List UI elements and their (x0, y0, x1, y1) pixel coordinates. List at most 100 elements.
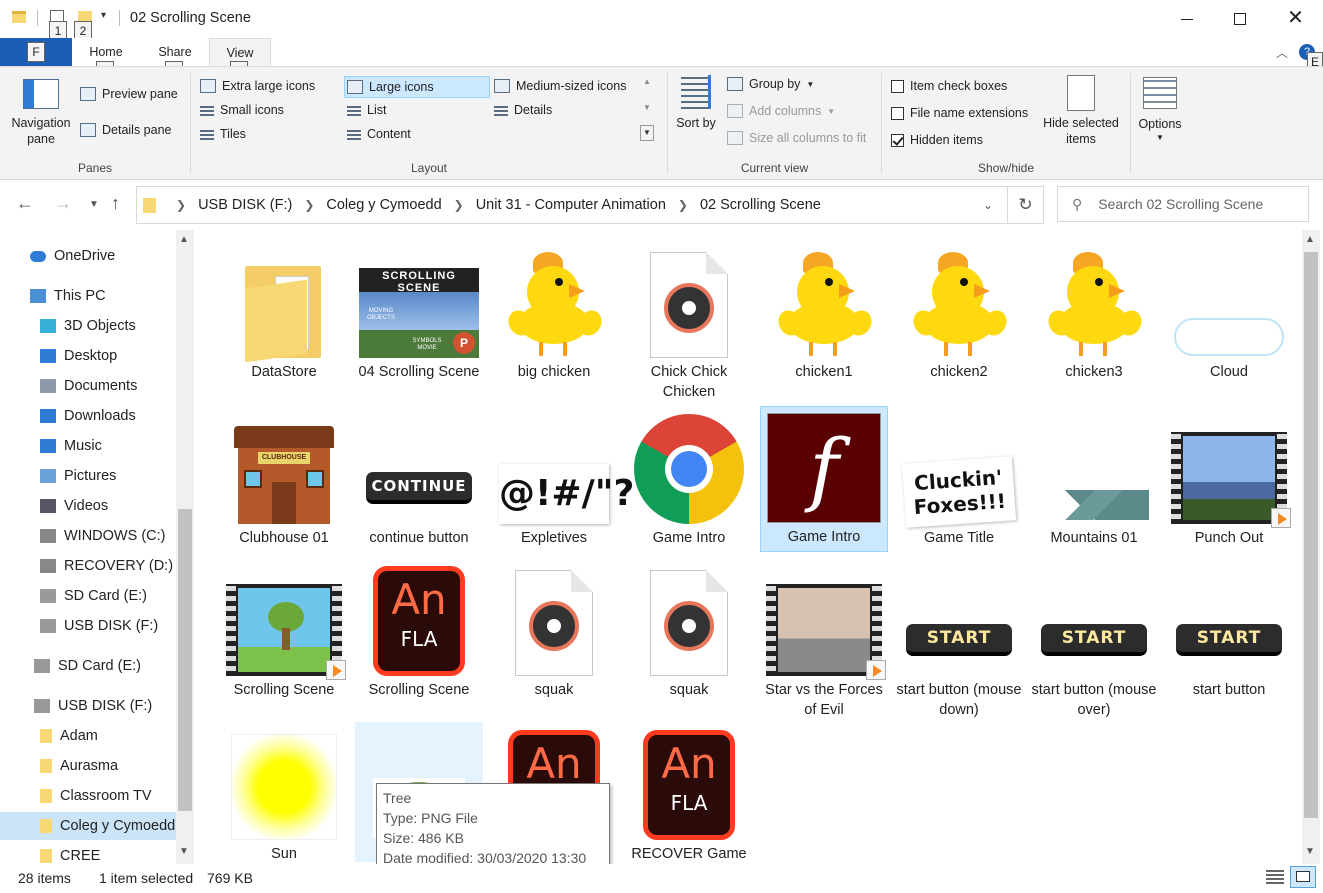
file-item[interactable]: f Game Intro (760, 406, 888, 552)
layout-expand-icon[interactable]: ▼ (640, 125, 654, 141)
nav-item[interactable]: SD Card (E:) (0, 652, 176, 680)
file-item[interactable]: chicken1 (760, 242, 888, 382)
minimize-button[interactable] (1160, 0, 1214, 38)
file-item[interactable]: big chicken (490, 242, 618, 382)
preview-pane-button[interactable]: Preview pane (80, 87, 178, 101)
file-item[interactable]: Scrolling Scene (220, 560, 348, 700)
file-name-extensions-checkbox[interactable] (891, 106, 904, 120)
file-item[interactable]: START start button (1165, 560, 1293, 700)
file-item[interactable]: SCROLLING SCENE MOVING OBJECTS SYMBOLS MOV… (355, 242, 483, 382)
nav-item[interactable]: Desktop (0, 342, 176, 370)
layout-scroll-up-icon[interactable]: ▲ (643, 77, 651, 86)
tab-file[interactable]: F (0, 38, 72, 66)
close-button[interactable]: ✕ (1268, 0, 1323, 38)
nav-item[interactable]: This PC (0, 282, 176, 310)
add-columns-button[interactable]: Add columns ▼ (727, 104, 835, 118)
breadcrumb-chevron-icon[interactable]: ❯ (304, 198, 314, 212)
layout-scroll-down-icon[interactable]: ▼ (643, 103, 651, 112)
up-arrow-icon[interactable]: ↑ (111, 193, 120, 214)
file-item[interactable]: START start button (mouse over) (1030, 560, 1158, 720)
nav-item[interactable]: RECOVERY (D:) (0, 552, 176, 580)
nav-scroll-thumb[interactable] (178, 509, 192, 811)
file-item[interactable]: CLUBHOUSE Clubhouse 01 (220, 408, 348, 548)
file-item[interactable]: Cluckin' Foxes!!! Game Title (895, 408, 1023, 548)
breadcrumb-chevron-icon[interactable]: ❯ (176, 198, 186, 212)
address-dropdown-icon[interactable]: ⌄ (983, 198, 993, 212)
nav-item[interactable]: CREE (0, 842, 176, 864)
content-scroll-thumb[interactable] (1304, 252, 1318, 818)
tab-home[interactable]: Home H (80, 38, 132, 81)
file-item[interactable]: Cloud (1165, 242, 1293, 382)
file-item[interactable]: Sun (220, 724, 348, 864)
nav-item[interactable]: Classroom TV (0, 782, 176, 810)
nav-item[interactable]: Videos (0, 492, 176, 520)
address-bar[interactable]: ❯ USB DISK (F:) ❯ Coleg y Cymoedd ❯ Unit… (136, 186, 1008, 224)
layout-extra-large-icons[interactable]: Extra large icons (200, 79, 315, 93)
forward-arrow-icon[interactable]: → (54, 193, 72, 214)
file-item[interactable]: An FLA Scrolling Scene (355, 560, 483, 700)
file-item[interactable]: Chick Chick Chicken (625, 242, 753, 402)
nav-item[interactable]: USB DISK (F:) (0, 692, 176, 720)
file-item[interactable]: chicken2 (895, 242, 1023, 382)
recent-locations-icon[interactable]: ▼ (89, 199, 99, 210)
details-pane-button[interactable]: Details pane (80, 123, 172, 137)
details-view-icon[interactable] (1266, 870, 1284, 884)
refresh-button[interactable]: ↻ (1008, 186, 1044, 224)
breadcrumb-current[interactable]: 02 Scrolling Scene (700, 197, 821, 213)
file-item[interactable]: CONTINUE continue button (355, 408, 483, 548)
hidden-items-toggle[interactable]: Hidden items (891, 133, 983, 147)
group-by-button[interactable]: Group by ▼ (727, 77, 814, 91)
size-columns-button[interactable]: Size all columns to fit (727, 131, 866, 145)
breadcrumb-coleg[interactable]: Coleg y Cymoedd (326, 197, 441, 213)
nav-scroll-down-icon[interactable]: ▼ (179, 846, 189, 857)
nav-item[interactable]: Documents (0, 372, 176, 400)
file-item[interactable]: chicken3 (1030, 242, 1158, 382)
item-check-boxes-checkbox[interactable] (891, 79, 904, 93)
file-item[interactable]: @!#/"? Expletives (490, 408, 634, 548)
nav-item[interactable]: Aurasma (0, 752, 176, 780)
hide-selected-items-button[interactable]: Hide selected items (1038, 75, 1124, 147)
layout-tiles[interactable]: Tiles (200, 127, 246, 141)
file-item[interactable]: squak (625, 560, 753, 700)
nav-item[interactable]: SD Card (E:) (0, 582, 176, 610)
file-item[interactable]: Game Intro (625, 408, 753, 548)
nav-item[interactable]: Music (0, 432, 176, 460)
content-scroll-down-icon[interactable]: ▼ (1305, 846, 1315, 857)
breadcrumb-usb-disk[interactable]: USB DISK (F:) (198, 197, 292, 213)
layout-content[interactable]: Content (347, 127, 411, 141)
file-item[interactable]: START start button (mouse down) (895, 560, 1023, 720)
file-item[interactable]: DataStore (220, 242, 348, 382)
layout-large-icons[interactable]: Large icons (344, 76, 490, 98)
file-item[interactable]: Star vs the Forces of Evil (760, 560, 888, 720)
breadcrumb-chevron-icon[interactable]: ❯ (454, 198, 464, 212)
breadcrumb-unit31[interactable]: Unit 31 - Computer Animation (476, 197, 666, 213)
nav-item[interactable]: Coleg y Cymoedd (0, 812, 176, 840)
nav-item[interactable]: Pictures (0, 462, 176, 490)
back-arrow-icon[interactable]: ← (16, 193, 34, 214)
nav-item[interactable]: Adam (0, 722, 176, 750)
search-box[interactable]: ⚲ Search 02 Scrolling Scene (1057, 186, 1309, 222)
layout-details[interactable]: Details (494, 103, 552, 117)
maximize-button[interactable] (1214, 0, 1268, 38)
nav-item[interactable]: OneDrive (0, 242, 176, 270)
sort-by-button[interactable]: Sort by (676, 75, 716, 131)
nav-item[interactable]: WINDOWS (C:) (0, 522, 176, 550)
file-name-extensions-toggle[interactable]: File name extensions (891, 106, 1028, 120)
content-scroll-up-icon[interactable]: ▲ (1305, 234, 1315, 245)
tab-share[interactable]: Share S (150, 38, 200, 81)
breadcrumb-chevron-icon[interactable]: ❯ (678, 198, 688, 212)
item-check-boxes-toggle[interactable]: Item check boxes (891, 79, 1007, 93)
hidden-items-checkbox[interactable] (891, 133, 904, 147)
nav-item[interactable]: 3D Objects (0, 312, 176, 340)
qat-customize-icon[interactable]: ▾ (101, 10, 106, 21)
options-button[interactable]: Options ▼ (1134, 77, 1186, 142)
file-item[interactable]: squak (490, 560, 618, 700)
nav-scroll-up-icon[interactable]: ▲ (179, 234, 189, 245)
file-item[interactable]: An FLA RECOVER Game (625, 724, 753, 864)
file-item[interactable]: Mountains 01 (1030, 408, 1158, 548)
tab-view[interactable]: View V (209, 38, 271, 81)
nav-item[interactable]: Downloads (0, 402, 176, 430)
collapse-ribbon-icon[interactable]: ︿ (1276, 44, 1288, 61)
layout-list[interactable]: List (347, 103, 386, 117)
navigation-pane-button[interactable]: Navigation pane (8, 77, 74, 147)
